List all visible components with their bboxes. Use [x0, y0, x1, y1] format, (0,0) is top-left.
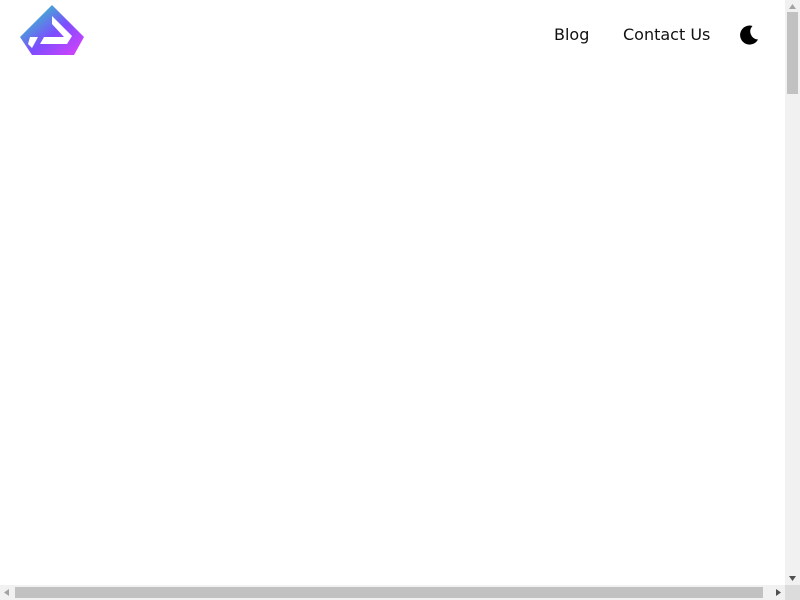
- horizontal-scrollbar[interactable]: [0, 585, 785, 600]
- scrollbar-corner: [785, 585, 800, 600]
- horizontal-scrollbar-thumb[interactable]: [15, 587, 763, 598]
- page-viewport: Blog Contact Us: [0, 0, 785, 585]
- nav-link-blog[interactable]: Blog: [554, 24, 589, 46]
- vertical-scrollbar-thumb[interactable]: [787, 12, 798, 94]
- scroll-down-arrow-icon[interactable]: [785, 572, 800, 584]
- moon-icon: [740, 25, 758, 45]
- navbar: Blog Contact Us: [0, 0, 785, 70]
- scroll-up-arrow-icon[interactable]: [785, 0, 800, 12]
- scroll-right-arrow-icon[interactable]: [772, 585, 784, 600]
- main-content: [0, 70, 785, 585]
- scroll-left-arrow-icon[interactable]: [0, 585, 12, 600]
- theme-toggle-button[interactable]: [737, 23, 761, 47]
- site-logo[interactable]: [18, 4, 86, 58]
- nav-link-contact-us[interactable]: Contact Us: [623, 24, 710, 46]
- gradient-hexagon-logo-icon: [20, 5, 84, 55]
- vertical-scrollbar[interactable]: [785, 0, 800, 585]
